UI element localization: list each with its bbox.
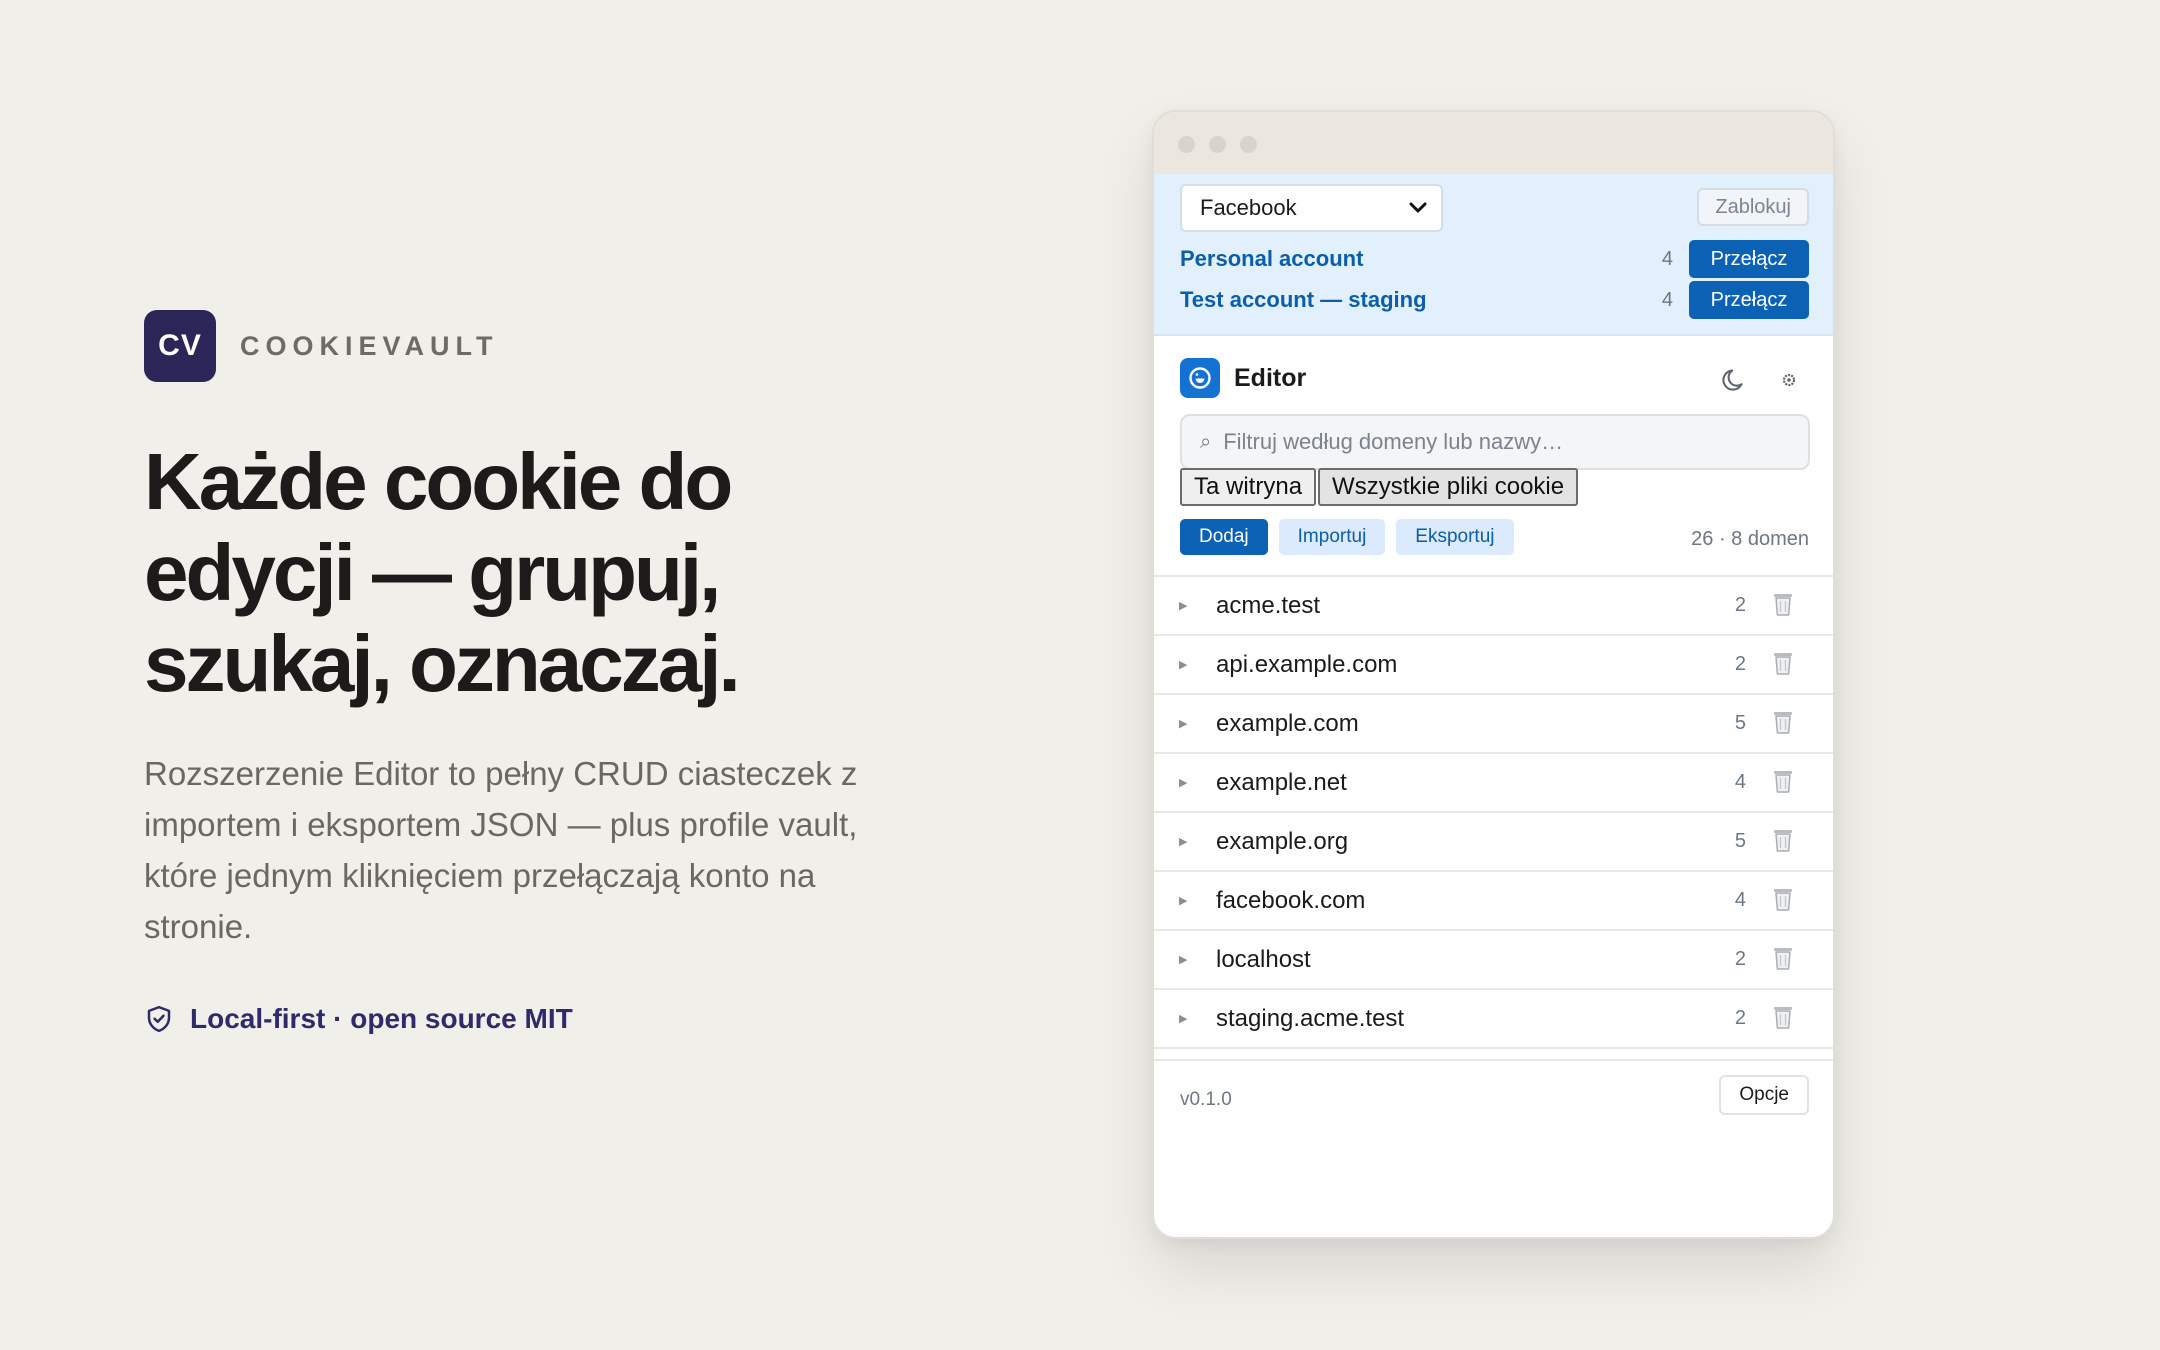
domain-row[interactable]: ▶ staging.acme.test 2 (1154, 990, 1833, 1049)
expand-caret-icon[interactable]: ▶ (1179, 835, 1187, 848)
chevron-down-icon (1409, 202, 1427, 213)
switch-profile-button[interactable]: Przełącz (1689, 240, 1809, 278)
moon-icon[interactable] (1721, 366, 1749, 394)
window-minimize-dot[interactable] (1209, 136, 1226, 153)
trash-icon[interactable] (1771, 827, 1795, 853)
block-button[interactable]: Zablokuj (1697, 188, 1809, 226)
expand-caret-icon[interactable]: ▶ (1179, 717, 1187, 730)
scope-all-cookies-button[interactable]: Wszystkie pliki cookie (1318, 468, 1579, 506)
domain-name: example.com (1216, 709, 1359, 737)
options-button[interactable]: Opcje (1719, 1075, 1809, 1115)
domain-cookie-count: 5 (1734, 830, 1746, 852)
search-input[interactable] (1223, 429, 1808, 455)
switch-profile-button[interactable]: Przełącz (1689, 281, 1809, 319)
trash-icon[interactable] (1771, 1004, 1795, 1030)
hero-headline: Każde cookie do edycji — grupuj, szukaj,… (144, 437, 741, 708)
editor-logo (1180, 358, 1220, 398)
shield-check-icon (147, 1005, 171, 1033)
trash-icon[interactable] (1771, 945, 1795, 971)
domain-name: acme.test (1216, 591, 1321, 619)
search-icon: ⌕ (1200, 430, 1212, 453)
add-button[interactable]: Dodaj (1180, 519, 1268, 555)
domain-row[interactable]: ▶ api.example.com 2 (1154, 636, 1833, 695)
expand-caret-icon[interactable]: ▶ (1179, 599, 1187, 612)
cookie-icon (1189, 367, 1211, 389)
hero-lead: Rozszerzenie Editor to pełny CRUD ciaste… (144, 755, 858, 945)
export-button[interactable]: Eksportuj (1396, 519, 1514, 555)
profile-row: Personal account 4 Przełącz (1180, 240, 1809, 278)
editor-footer: v0.1.0 Opcje (1154, 1059, 1833, 1131)
domain-cookie-count: 5 (1734, 712, 1746, 734)
extension-window: Facebook Zablokuj Personal account 4 Prz… (1152, 110, 1835, 1239)
domain-cookie-count: 2 (1734, 948, 1746, 970)
domain-name: api.example.com (1216, 650, 1398, 678)
expand-caret-icon[interactable]: ▶ (1179, 658, 1187, 671)
domain-row[interactable]: ▶ example.org 5 (1154, 813, 1833, 872)
domain-row[interactable]: ▶ facebook.com 4 (1154, 872, 1833, 931)
site-select-value: Facebook (1200, 195, 1297, 220)
site-select[interactable]: Facebook (1180, 184, 1443, 232)
editor-actions: Dodaj Importuj Eksportuj (1180, 519, 1525, 555)
domain-name: staging.acme.test (1216, 1004, 1405, 1032)
cookie-summary: 26 · 8 domen (1691, 528, 1809, 550)
domain-cookie-count: 2 (1734, 653, 1746, 675)
expand-caret-icon[interactable]: ▶ (1179, 894, 1187, 907)
expand-caret-icon[interactable]: ▶ (1179, 953, 1187, 966)
brand: CV COOKIEVAULT (144, 310, 499, 382)
domain-name: example.net (1216, 768, 1347, 796)
window-close-dot[interactable] (1178, 136, 1195, 153)
version-label: v0.1.0 (1180, 1089, 1232, 1110)
trash-icon[interactable] (1771, 886, 1795, 912)
domain-row[interactable]: ▶ acme.test 2 (1154, 577, 1833, 636)
brand-name: COOKIEVAULT (240, 330, 499, 361)
badge-text: Local-first · open source MIT (190, 1003, 573, 1034)
domain-cookie-count: 4 (1734, 771, 1746, 793)
expand-caret-icon[interactable]: ▶ (1179, 1012, 1187, 1025)
domain-cookie-count: 4 (1734, 889, 1746, 911)
profile-cookie-count: 4 (1661, 288, 1673, 311)
vault-panel: Facebook Zablokuj Personal account 4 Prz… (1154, 174, 1833, 336)
trash-icon[interactable] (1771, 650, 1795, 676)
scope-this-site-button[interactable]: Ta witryna (1180, 468, 1317, 506)
brand-logo: CV (144, 310, 216, 382)
cookie-search: ⌕ (1180, 414, 1810, 470)
domain-cookie-count: 2 (1734, 594, 1746, 616)
trash-icon[interactable] (1771, 709, 1795, 735)
gear-icon[interactable] (1781, 372, 1797, 388)
domain-cookie-count: 2 (1734, 1007, 1746, 1029)
profile-row: Test account — staging 4 Przełącz (1180, 281, 1809, 319)
profile-name[interactable]: Test account — staging (1180, 287, 1662, 313)
domain-row[interactable]: ▶ localhost 2 (1154, 931, 1833, 990)
editor-header: Editor (1154, 336, 1833, 414)
window-maximize-dot[interactable] (1240, 136, 1257, 153)
domain-name: facebook.com (1216, 886, 1366, 914)
trash-icon[interactable] (1771, 591, 1795, 617)
scope-toggle: Ta witryna Wszystkie pliki cookie (1180, 468, 1580, 506)
expand-caret-icon[interactable]: ▶ (1179, 776, 1187, 789)
domain-name: localhost (1216, 945, 1311, 973)
profile-cookie-count: 4 (1661, 247, 1673, 270)
trash-icon[interactable] (1771, 768, 1795, 794)
license-badge: Local-first · open source MIT (144, 1003, 573, 1035)
domain-name: example.org (1216, 827, 1349, 855)
profile-name[interactable]: Personal account (1180, 246, 1662, 272)
window-titlebar (1154, 112, 1833, 174)
domain-row[interactable]: ▶ example.com 5 (1154, 695, 1833, 754)
editor-title: Editor (1234, 364, 1307, 392)
domain-row[interactable]: ▶ example.net 4 (1154, 754, 1833, 813)
import-button[interactable]: Importuj (1278, 519, 1386, 555)
domain-list: ▶ acme.test 2 ▶ api.example.com 2 ▶ example.com… (1154, 575, 1833, 1049)
